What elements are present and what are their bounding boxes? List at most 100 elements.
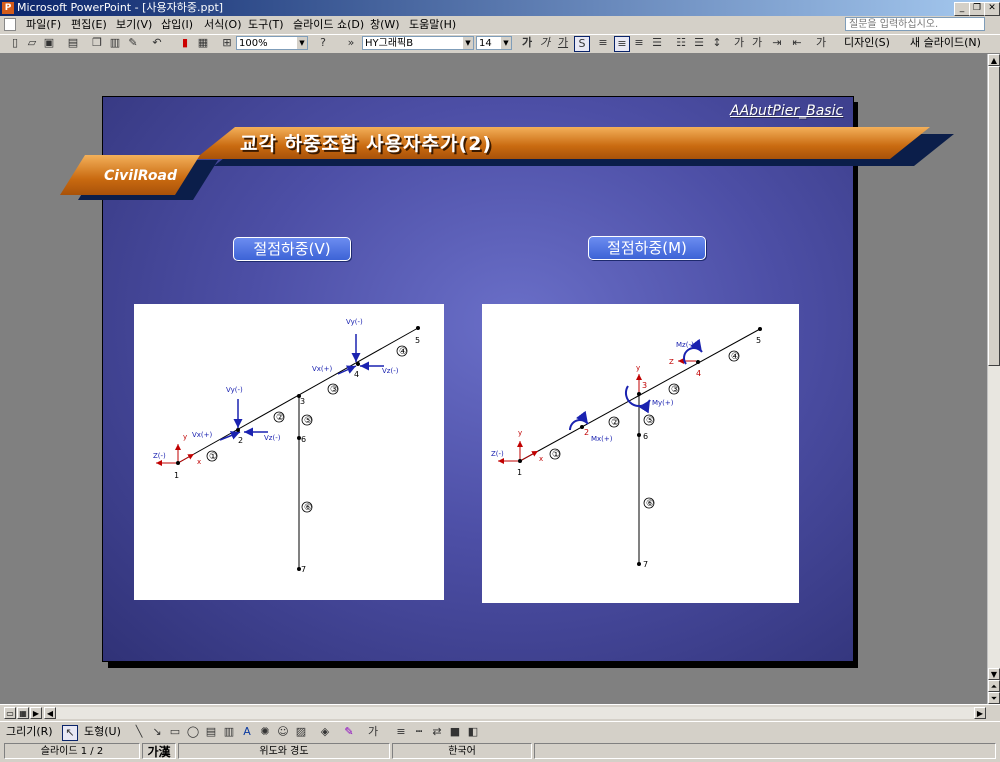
chevron-down-icon: ▼	[463, 37, 473, 49]
diagram-panel-m[interactable]: 1 2 3 4 5 6 7 ① ② ③ ④ ⑤ ⑥ y x Z(-) y Z M…	[482, 304, 799, 603]
outdent-icon[interactable]: ⇤	[790, 36, 804, 50]
axis-label-z: Z(-)	[491, 450, 504, 458]
design-button[interactable]: 디자인(S)	[844, 36, 890, 50]
indent-icon[interactable]: ⇥	[770, 36, 784, 50]
scroll-down-icon[interactable]: ▼	[988, 668, 1000, 680]
load-label: Vz(-)	[264, 434, 281, 442]
next-slide-icon[interactable]: ⏷	[988, 692, 1000, 704]
table-icon[interactable]: ▦	[196, 36, 210, 50]
justify-icon[interactable]: ☰	[650, 36, 664, 50]
chart-icon[interactable]: ▮	[178, 36, 192, 50]
align-center-icon[interactable]: ≡	[614, 36, 630, 52]
font-select[interactable]: HY그래픽B ▼	[362, 36, 474, 50]
horizontal-scrollbar[interactable]: ◀ ▶	[44, 707, 986, 719]
select-pointer-icon[interactable]: ↖	[62, 725, 78, 741]
autoshapes-button[interactable]: 도형(U)	[84, 725, 121, 739]
menu-insert[interactable]: 삽입(I)	[161, 16, 193, 34]
underline-icon[interactable]: 가	[556, 36, 570, 50]
undo-icon[interactable]: ↶	[150, 36, 164, 50]
powerpoint-icon[interactable]: P	[2, 2, 14, 14]
diagram-panel-v[interactable]: 1 2 3 4 5 6 7 ① ② ③ ④ ⑤ ⑥ y x Z(-) Vy(-)…	[134, 304, 444, 600]
new-icon[interactable]: ▯	[8, 36, 22, 50]
close-button[interactable]: ✕	[984, 2, 1000, 16]
font-color-draw-icon[interactable]: 가	[366, 725, 380, 739]
member-label: ①	[209, 452, 217, 462]
zoom-select[interactable]: 100% ▼	[236, 36, 308, 50]
menu-tools[interactable]: 도구(T)	[248, 16, 284, 34]
align-right-icon[interactable]: ≡	[632, 36, 646, 50]
node-label: 4	[696, 369, 701, 378]
copy-icon[interactable]: ❐	[90, 36, 104, 50]
scroll-right-icon[interactable]: ▶	[974, 707, 986, 719]
new-slide-button[interactable]: 새 슬라이드(N)	[910, 36, 981, 50]
menu-view[interactable]: 보기(V)	[116, 16, 152, 34]
clipart-icon[interactable]: ☺	[276, 725, 290, 739]
arrow-style-icon[interactable]: ⇄	[430, 725, 444, 739]
font-size-select[interactable]: 14 ▼	[476, 36, 512, 50]
node-points	[518, 327, 762, 566]
paste-icon[interactable]: ▥	[108, 36, 122, 50]
help-icon[interactable]: ?	[316, 36, 330, 50]
vertical-textbox-icon[interactable]: ▥	[222, 725, 236, 739]
print-icon[interactable]: ▤	[66, 36, 80, 50]
save-icon[interactable]: ▣	[42, 36, 56, 50]
arrow-icon[interactable]: ↘	[150, 725, 164, 739]
previous-slide-icon[interactable]: ⏶	[988, 680, 1000, 692]
document-icon[interactable]	[4, 18, 16, 31]
fill-color-icon[interactable]: ◈	[318, 725, 332, 739]
minimize-button[interactable]: _	[954, 2, 970, 16]
line-color-icon[interactable]: ✎	[342, 725, 356, 739]
menu-slideshow[interactable]: 슬라이드 쇼(D)	[293, 16, 364, 34]
axis-label-y: y	[636, 364, 640, 372]
slide-sorter-icon[interactable]: ▦	[17, 707, 29, 719]
shadow-style-icon[interactable]: ■	[448, 725, 462, 739]
label-nodal-load-m[interactable]: 절점하중(M)	[588, 236, 706, 260]
nodal-load-v-diagram: 1 2 3 4 5 6 7 ① ② ③ ④ ⑤ ⑥ y x Z(-) Vy(-)…	[153, 318, 420, 574]
scroll-thumb[interactable]	[988, 66, 1000, 366]
line-icon[interactable]: ╲	[132, 725, 146, 739]
slide-title[interactable]: 교각 하중조합 사용자추가(2)	[240, 130, 492, 158]
node-label: 3	[642, 381, 647, 390]
member-label: ②	[276, 413, 284, 423]
label-nodal-load-v[interactable]: 절점하중(V)	[233, 237, 351, 261]
scroll-left-icon[interactable]: ◀	[44, 707, 56, 719]
italic-icon[interactable]: 가	[538, 36, 552, 50]
help-search-input[interactable]: 질문을 입력하십시오.	[845, 17, 985, 31]
increase-font-icon[interactable]: 가	[732, 36, 746, 50]
ime-indicator[interactable]: 가漢	[142, 743, 176, 759]
align-left-icon[interactable]: ≡	[596, 36, 610, 50]
line-style-icon[interactable]: ≡	[394, 725, 408, 739]
restore-button[interactable]: ❐	[969, 2, 985, 16]
picture-icon[interactable]: ▨	[294, 725, 308, 739]
logo: CivilRoad	[104, 168, 177, 184]
bold-icon[interactable]: 가	[520, 36, 534, 50]
wordart-icon[interactable]: A	[240, 725, 254, 739]
open-icon[interactable]: ▱	[25, 36, 39, 50]
textbox-icon[interactable]: ▤	[204, 725, 218, 739]
decrease-font-icon[interactable]: 가	[750, 36, 764, 50]
diagram-icon[interactable]: ✺	[258, 725, 272, 739]
format-painter-icon[interactable]: ✎	[126, 36, 140, 50]
numbering-icon[interactable]: ☷	[674, 36, 688, 50]
font-color-icon[interactable]: 가	[814, 36, 828, 50]
3d-style-icon[interactable]: ◧	[466, 725, 480, 739]
toolbar-options-icon[interactable]: »	[344, 36, 358, 50]
bullets-icon[interactable]: ☰	[692, 36, 706, 50]
grid-icon[interactable]: ⊞	[220, 36, 234, 50]
shadow-icon[interactable]: S	[574, 36, 590, 52]
menu-file[interactable]: 파일(F)	[26, 16, 61, 34]
menu-window[interactable]: 창(W)	[370, 16, 400, 34]
vertical-scrollbar[interactable]: ▲ ▼ ⏶ ⏷	[987, 54, 1000, 704]
normal-view-icon[interactable]: ▭	[4, 707, 16, 719]
rectangle-icon[interactable]: ▭	[168, 725, 182, 739]
draw-menu-button[interactable]: 그리기(R)	[6, 725, 53, 739]
oval-icon[interactable]: ◯	[186, 725, 200, 739]
load-label: Vy(-)	[226, 386, 243, 394]
menu-format[interactable]: 서식(O)	[204, 16, 241, 34]
scroll-up-icon[interactable]: ▲	[988, 54, 1000, 66]
menu-edit[interactable]: 편집(E)	[71, 16, 107, 34]
line-spacing-icon[interactable]: ↕	[710, 36, 724, 50]
dash-style-icon[interactable]: ┅	[412, 725, 426, 739]
slide-show-icon[interactable]: ▶	[30, 707, 42, 719]
menu-help[interactable]: 도움말(H)	[409, 16, 456, 34]
